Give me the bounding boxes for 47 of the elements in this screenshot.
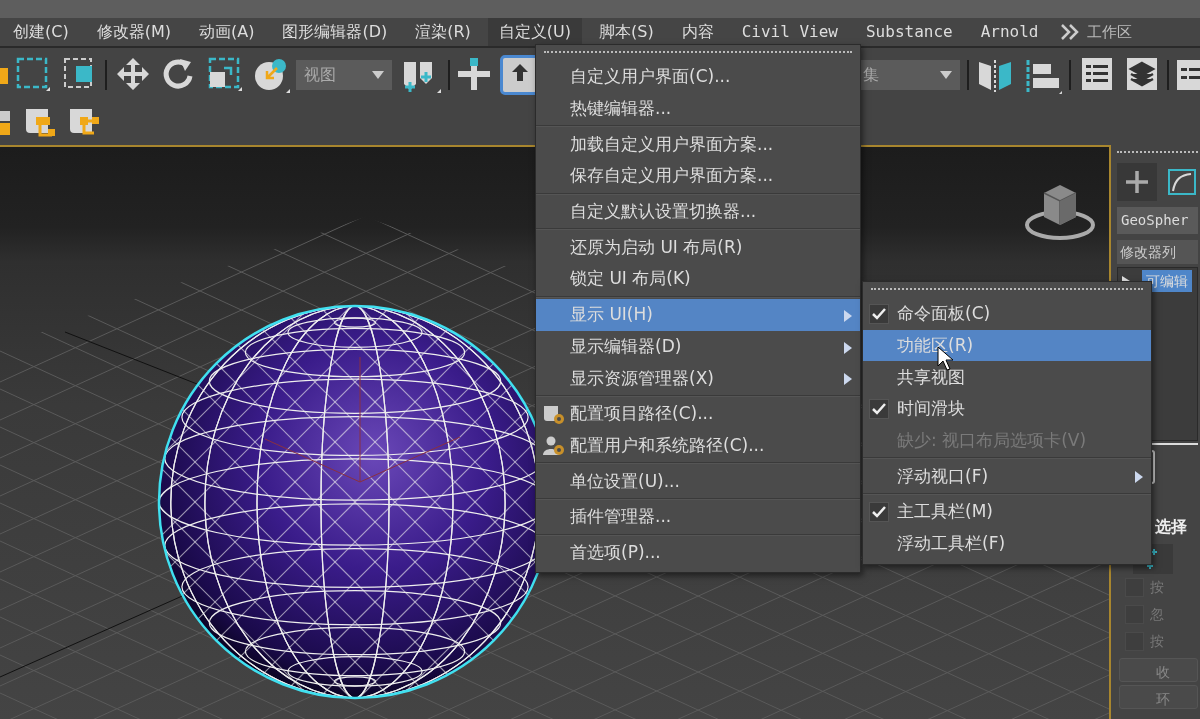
menu-bar-item[interactable]: 内容	[670, 18, 725, 46]
menu-item[interactable]: 共享视图	[863, 361, 1151, 394]
menu-bar-item[interactable]: 修改器(M)	[85, 18, 182, 46]
object-name-field[interactable]: GeoSpher	[1117, 207, 1198, 234]
dashed-square-icon[interactable]	[15, 56, 51, 94]
menu-item[interactable]: 命令面板(C)	[863, 298, 1151, 330]
menu-bar-item[interactable]: 动画(A)	[187, 18, 266, 46]
menu-bar-item[interactable]: 脚本(S)	[588, 18, 665, 46]
menu-item[interactable]: 显示资源管理器(X)	[536, 362, 860, 394]
menu-item[interactable]: 配置项目路径(C)...	[536, 397, 860, 430]
plus-icon	[1124, 169, 1150, 195]
menu-item[interactable]: 显示编辑器(D)	[536, 330, 860, 363]
menu-item[interactable]: 浮动视口(F)	[863, 460, 1151, 493]
caret-icon[interactable]	[940, 71, 952, 79]
menu-item[interactable]: 浮动工具栏(F)	[863, 527, 1151, 560]
modifier-list-dropdown[interactable]: 修改器列	[1117, 240, 1198, 264]
menu-item[interactable]: 保存自定义用户界面方案...	[536, 160, 860, 192]
menu-bar-item[interactable]: 图形编辑器(D)	[271, 18, 399, 46]
menu-item[interactable]: 配置用户和系统路径(C)...	[536, 429, 860, 462]
menu-item[interactable]: 首选项(P)...	[536, 536, 860, 569]
menu-item[interactable]: 还原为启动 UI 布局(R)	[536, 231, 860, 264]
menu-bar-item[interactable]: Substance	[855, 18, 964, 46]
scale-icon[interactable]	[207, 56, 243, 94]
menu-item[interactable]: 热键编辑器...	[536, 92, 860, 125]
submenu-arrow-icon	[844, 373, 852, 386]
create-tab[interactable]	[1117, 163, 1157, 201]
menu-item[interactable]: 单位设置(U)...	[536, 465, 860, 497]
curve-icon[interactable]	[1167, 167, 1197, 197]
menu-item[interactable]: 锁定 UI 布局(K)	[536, 263, 860, 295]
menu-item[interactable]: 加载自定义用户界面方案...	[536, 128, 860, 161]
submenu-arrow-icon	[1135, 471, 1143, 484]
rollout-title[interactable]: 选择	[1155, 517, 1198, 538]
submenu-arrow-icon	[844, 309, 852, 322]
user-gear-icon	[542, 434, 566, 457]
sphere-arrow-icon[interactable]	[253, 56, 291, 94]
menu-item[interactable]: 插件管理器...	[536, 500, 860, 533]
menu-item[interactable]: 主工具栏(M)	[863, 496, 1151, 528]
menu-bar-item[interactable]: 创建(C)	[2, 18, 80, 46]
menu-bar-item[interactable]: Civil View	[730, 18, 849, 46]
menu-item[interactable]: 自定义默认设置切换器...	[536, 195, 860, 228]
submenu-arrow-icon	[844, 341, 852, 354]
workspace-label[interactable]: 工作区	[1087, 22, 1133, 42]
menu-bar-item[interactable]: 渲染(R)	[404, 18, 482, 46]
menu-bar-item[interactable]: Arnold	[969, 18, 1050, 46]
menu-bar-item[interactable]: 自定义(U)	[487, 18, 582, 46]
caret-icon[interactable]	[372, 71, 384, 79]
menu-item[interactable]: 时间滑块	[863, 393, 1151, 425]
